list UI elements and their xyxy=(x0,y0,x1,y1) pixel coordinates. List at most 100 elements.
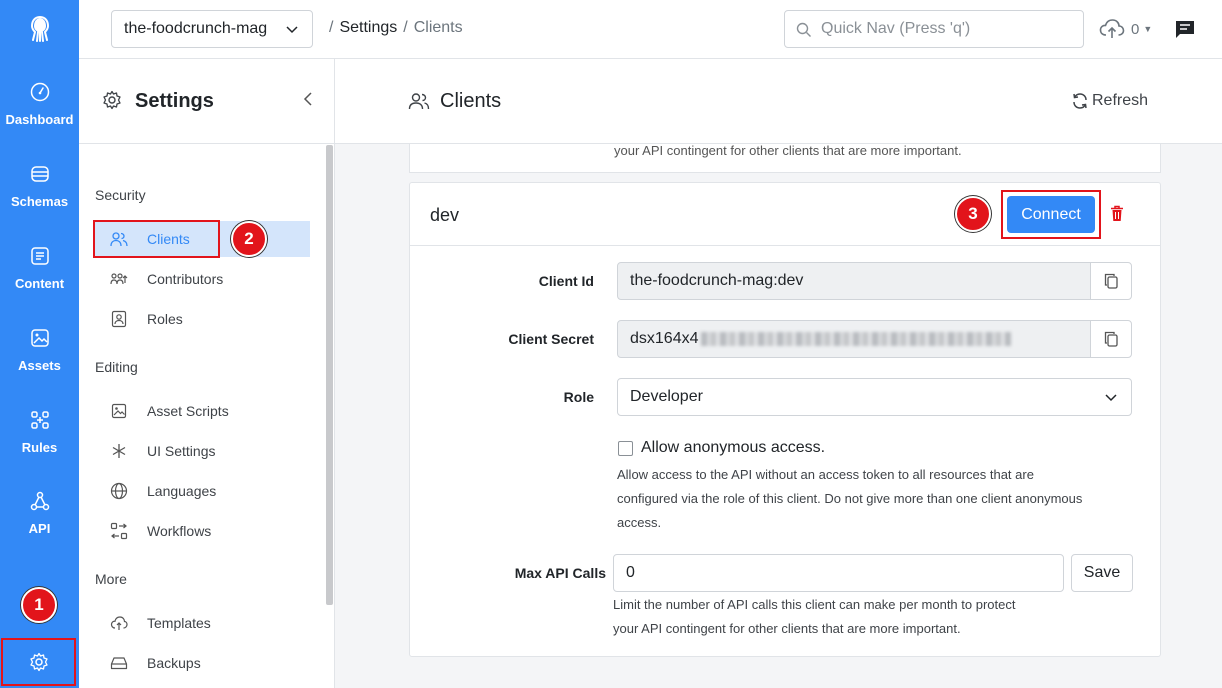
top-bar: the-foodcrunch-mag / Settings / Clients Qui… xyxy=(79,0,1222,59)
chevron-left-icon[interactable] xyxy=(303,92,313,106)
anonymous-access-label[interactable]: Allow anonymous access. xyxy=(641,439,825,457)
annotation-step-3: 3 xyxy=(955,196,991,232)
client-name: dev xyxy=(430,205,460,225)
nav-content-label: Content xyxy=(14,275,65,291)
refresh-icon xyxy=(1073,93,1087,109)
upload-count: 0 xyxy=(1131,20,1140,38)
save-button[interactable]: Save xyxy=(1071,554,1133,592)
contributors-icon xyxy=(110,273,128,285)
copy-icon xyxy=(1104,331,1118,347)
image-icon xyxy=(111,403,127,419)
copy-client-id-button[interactable] xyxy=(1090,262,1132,300)
nav-rules-label: Rules xyxy=(21,439,58,455)
connect-button[interactable]: Connect xyxy=(1007,196,1095,233)
max-api-calls-input[interactable]: 0 xyxy=(613,554,1064,592)
breadcrumb-current: Clients xyxy=(413,19,463,36)
client-card: dev Connect Client Id the-foodcrunch-mag… xyxy=(409,182,1161,657)
chat-icon xyxy=(1176,21,1194,38)
users-icon xyxy=(408,93,430,110)
content-icon xyxy=(30,246,49,265)
image-icon xyxy=(30,328,49,347)
cloud-upload-icon xyxy=(1099,19,1125,38)
group-more: More xyxy=(95,571,127,587)
app-selector[interactable]: the-foodcrunch-mag xyxy=(111,10,313,48)
nav-api-label: API xyxy=(28,520,51,536)
menu-item-asset-scripts-label: Asset Scripts xyxy=(147,403,229,419)
max-api-calls-value: 0 xyxy=(626,564,635,581)
settings-panel-header: Settings xyxy=(79,59,334,144)
max-api-calls-label: Max API Calls xyxy=(514,565,606,581)
nav-assets-label: Assets xyxy=(18,357,61,373)
menu-item-backups-label: Backups xyxy=(147,655,201,671)
annotation-step-1: 1 xyxy=(21,587,57,623)
menu-item-workflows[interactable]: Workflows xyxy=(95,513,310,549)
settings-panel-scrollbar[interactable] xyxy=(326,145,333,605)
nav-rules[interactable]: Rules xyxy=(0,396,79,468)
gauge-icon xyxy=(30,82,49,101)
anonymous-access-checkbox[interactable] xyxy=(618,441,633,456)
refresh-button[interactable]: Refresh xyxy=(1071,92,1148,110)
anonymous-help-line-1: Allow access to the API without an acces… xyxy=(617,467,1034,482)
upload-dropdown[interactable]: 0 ▼ xyxy=(1099,18,1152,40)
nav-content[interactable]: Content xyxy=(0,232,79,304)
max-calls-help-line-1: Limit the number of API calls this clien… xyxy=(613,597,1016,612)
client-secret-label: Client Secret xyxy=(508,331,594,347)
menu-item-backups[interactable]: Backups xyxy=(95,645,310,681)
menu-item-ui-settings-label: UI Settings xyxy=(147,443,216,459)
annotation-step-2: 2 xyxy=(231,221,267,257)
previous-client-card: your API contingent for other clients th… xyxy=(409,143,1161,173)
client-secret-field[interactable]: dsx164x4 xyxy=(617,320,1091,358)
chevron-down-icon xyxy=(286,26,298,34)
annotation-clients-highlight xyxy=(93,220,220,258)
max-calls-help-line-2: your API contingent for other clients th… xyxy=(613,621,961,636)
quick-nav-placeholder: Quick Nav (Press 'q') xyxy=(821,20,971,37)
workflow-icon xyxy=(110,522,128,540)
copy-client-secret-button[interactable] xyxy=(1090,320,1132,358)
search-icon xyxy=(796,22,811,37)
client-id-field[interactable]: the-foodcrunch-mag:dev xyxy=(617,262,1091,300)
client-secret-value: dsx164x4 xyxy=(630,330,699,347)
group-security: Security xyxy=(95,187,146,203)
anonymous-help-line-2: configured via the role of this client. … xyxy=(617,491,1083,506)
squidex-logo[interactable] xyxy=(0,0,79,58)
role-select[interactable]: Developer xyxy=(617,378,1132,416)
asterisk-icon xyxy=(112,444,126,458)
menu-item-roles[interactable]: Roles xyxy=(95,301,310,337)
menu-item-ui-settings[interactable]: UI Settings xyxy=(95,433,310,469)
nav-assets[interactable]: Assets xyxy=(0,314,79,386)
quick-nav-input[interactable]: Quick Nav (Press 'q') xyxy=(784,10,1084,48)
caret-down-icon: ▼ xyxy=(1143,24,1153,34)
clients-header: Clients Refresh xyxy=(335,59,1222,144)
role-label: Role xyxy=(563,389,594,405)
nav-api[interactable]: API xyxy=(0,477,79,549)
nav-settings-button[interactable] xyxy=(1,638,76,686)
page-title: Clients xyxy=(440,90,502,112)
app-selector-label: the-foodcrunch-mag xyxy=(124,20,268,37)
menu-item-languages[interactable]: Languages xyxy=(95,473,310,509)
client-id-value: the-foodcrunch-mag:dev xyxy=(630,272,804,289)
nav-dashboard[interactable]: Dashboard xyxy=(0,68,79,140)
notifications-button[interactable] xyxy=(1175,20,1195,44)
gear-icon xyxy=(103,90,121,110)
rules-icon xyxy=(30,410,49,429)
menu-item-templates[interactable]: Templates xyxy=(95,605,310,641)
nav-schemas[interactable]: Schemas xyxy=(0,150,79,222)
menu-item-asset-scripts[interactable]: Asset Scripts xyxy=(95,393,310,429)
refresh-label: Refresh xyxy=(1092,92,1149,109)
previous-card-help: your API contingent for other clients th… xyxy=(614,143,962,158)
copy-icon xyxy=(1104,273,1118,289)
nav-schemas-label: Schemas xyxy=(10,193,69,209)
client-secret-redacted xyxy=(700,332,1011,346)
anonymous-help-line-3: access. xyxy=(617,515,662,530)
menu-item-roles-label: Roles xyxy=(147,311,183,327)
database-icon xyxy=(30,165,49,182)
trash-icon[interactable] xyxy=(1110,205,1124,222)
client-card-header: dev Connect xyxy=(410,183,1160,246)
hard-drive-icon xyxy=(110,657,128,670)
menu-item-contributors[interactable]: Contributors xyxy=(95,261,310,297)
settings-panel-title: Settings xyxy=(135,90,214,112)
nav-dashboard-label: Dashboard xyxy=(5,111,74,127)
role-value: Developer xyxy=(630,388,703,405)
breadcrumb-settings[interactable]: Settings xyxy=(339,19,397,36)
api-icon xyxy=(30,491,49,510)
